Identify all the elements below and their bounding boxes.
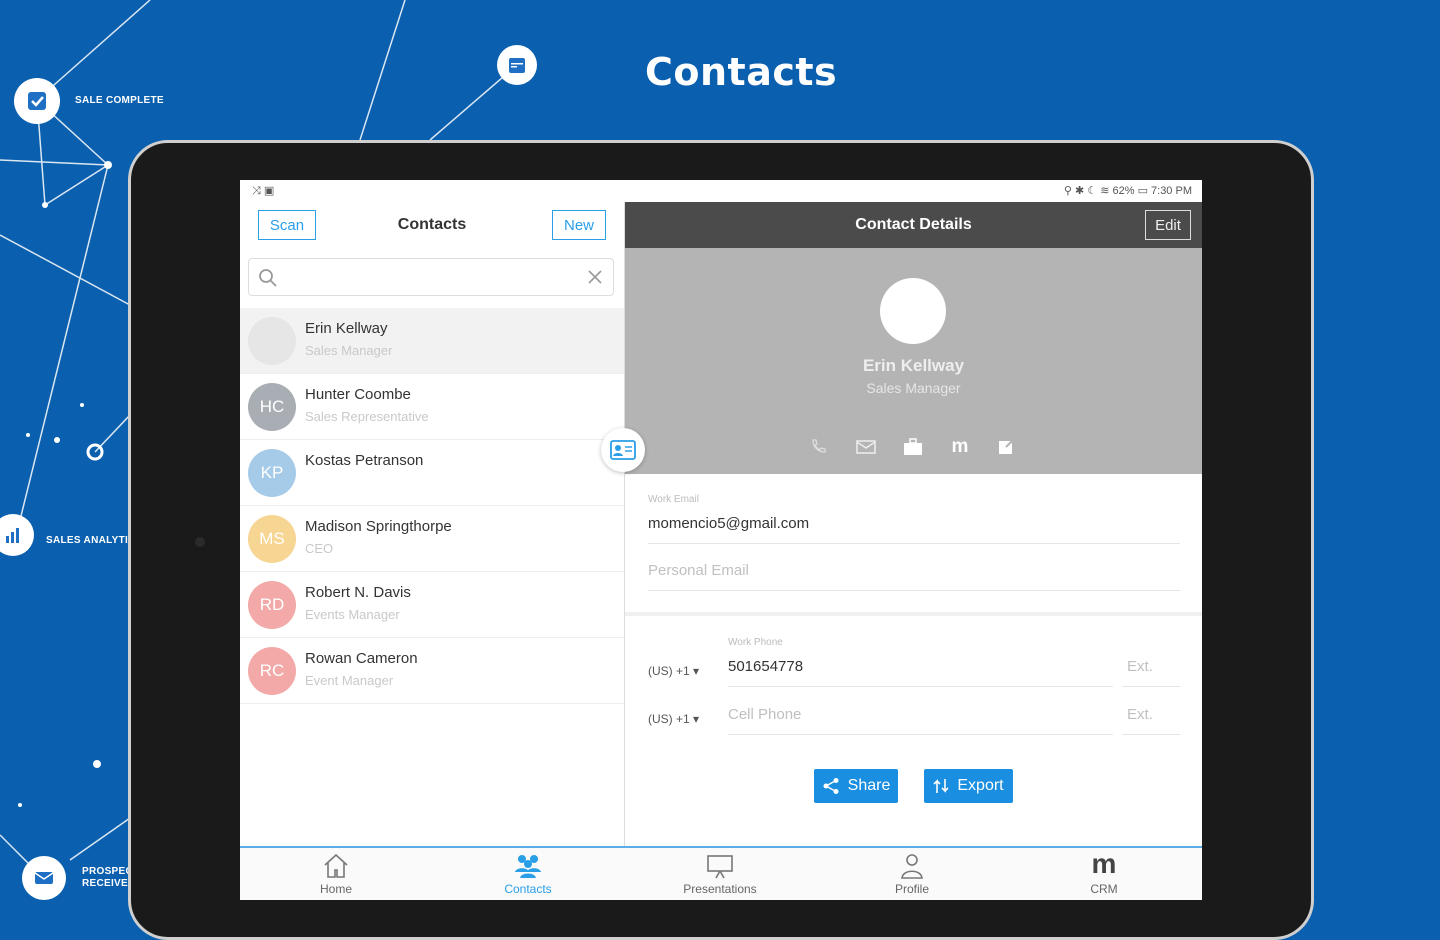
divider [648, 590, 1180, 591]
contact-avatar: RD [248, 581, 296, 629]
country-code-select[interactable]: (US) +1 ▾ [648, 664, 699, 678]
divider [728, 734, 1113, 735]
work-email-field[interactable]: momencio5@gmail.com [648, 515, 809, 532]
divider [728, 686, 1113, 687]
export-label: Export [957, 777, 1004, 794]
contact-role: Sales Representative [305, 409, 429, 424]
contact-name: Rowan Cameron [305, 650, 418, 667]
prospect-node [22, 856, 66, 900]
contact-name: Madison Springthorpe [305, 518, 452, 535]
contact-avatar: KP [248, 449, 296, 497]
nav-contacts-label: Contacts [504, 882, 552, 896]
nav-profile[interactable]: Profile [816, 848, 1008, 900]
crm-icon: m [1091, 848, 1117, 879]
mail-icon [34, 872, 54, 884]
note-icon[interactable] [995, 436, 1017, 458]
bar-chart-icon [6, 528, 19, 543]
contact-avatar: RC [248, 647, 296, 695]
contact-role: Event Manager [305, 673, 394, 688]
nav-home-label: Home [319, 882, 352, 896]
section-divider [625, 612, 1202, 616]
calendar-icon [509, 58, 525, 73]
nav-crm-label: CRM [1090, 882, 1118, 896]
briefcase-icon[interactable] [902, 436, 924, 458]
contact-details-header: Contact Details Edit [625, 202, 1202, 248]
contact-name: Robert N. Davis [305, 584, 411, 601]
contact-details-panel: Contact Details Edit Erin Kellway Sales … [625, 202, 1202, 846]
cell-phone-field[interactable]: Cell Phone [728, 706, 801, 723]
nav-profile-label: Profile [894, 882, 929, 896]
contact-role: Sales Manager [305, 343, 393, 358]
status-bar: ⤨ ▣ ⚲ ✱ ☾ ≋ 62% ▭ 7:30 PM [240, 180, 1202, 202]
nav-presentations-label: Presentations [683, 882, 757, 896]
tablet-camera [195, 537, 205, 547]
search-bar [248, 258, 614, 296]
hero-title: Contacts [645, 50, 838, 94]
work-phone-field[interactable]: 501654778 [728, 658, 803, 675]
contact-name: Erin Kellway [305, 320, 388, 337]
divider [648, 543, 1180, 544]
contacts-list-panel: Scan Contacts New Erin Kellway Sales Man… [240, 202, 625, 846]
status-left-icons: ⤨ ▣ [252, 185, 275, 197]
export-button[interactable]: Export [924, 769, 1013, 803]
momencio-icon[interactable]: m [949, 436, 971, 458]
checkbox-icon [28, 92, 46, 110]
status-right-info: ⚲ ✱ ☾ ≋ 62% ▭ 7:30 PM [1063, 185, 1192, 197]
contact-avatar [248, 317, 296, 365]
contact-role: Events Manager [305, 607, 400, 622]
bottom-nav: Home Contacts Presentations Profile m CR… [240, 846, 1202, 900]
profile-avatar [880, 278, 946, 344]
work-email-label: Work Email [648, 494, 699, 505]
share-label: Share [847, 777, 891, 794]
share-icon [823, 778, 839, 794]
nav-contacts[interactable]: Contacts [432, 848, 624, 900]
contacts-list-header: Scan Contacts New [240, 202, 624, 252]
contact-list: Erin Kellway Sales Manager HC Hunter Coo… [240, 308, 624, 704]
cell-phone-ext-field[interactable]: Ext. [1127, 706, 1153, 723]
contact-name: Hunter Coombe [305, 386, 411, 403]
sale-complete-label: SALE COMPLETE [75, 95, 164, 106]
work-phone-label: Work Phone [728, 637, 783, 648]
call-icon[interactable] [807, 436, 829, 458]
export-icon [933, 779, 949, 793]
prospect-label: PROSPEC RECEIVE [82, 866, 134, 889]
new-contact-button[interactable]: New [552, 210, 606, 240]
contact-avatar: HC [248, 383, 296, 431]
personal-email-field[interactable]: Personal Email [648, 562, 749, 579]
contact-row-madison-springthorpe[interactable]: MS Madison Springthorpe CEO [240, 506, 624, 572]
contact-avatar: MS [248, 515, 296, 563]
contact-row-erin-kellway[interactable]: Erin Kellway Sales Manager [240, 308, 624, 374]
contact-card-icon [610, 440, 636, 460]
contact-details-title: Contact Details [855, 216, 972, 233]
contact-row-robert-davis[interactable]: RD Robert N. Davis Events Manager [240, 572, 624, 638]
contact-card-button[interactable] [601, 428, 645, 472]
share-button[interactable]: Share [814, 769, 898, 803]
nav-home[interactable]: Home [240, 848, 432, 900]
app-screen: ⤨ ▣ ⚲ ✱ ☾ ≋ 62% ▭ 7:30 PM Scan Contacts … [240, 180, 1202, 900]
contact-row-kostas-petranson[interactable]: KP Kostas Petranson [240, 440, 624, 506]
nav-crm[interactable]: m CRM [1008, 848, 1200, 900]
clear-search-icon[interactable] [587, 269, 603, 285]
divider [1122, 686, 1180, 687]
edit-button[interactable]: Edit [1145, 210, 1191, 240]
divider [1122, 734, 1180, 735]
sale-complete-node [14, 78, 60, 124]
nav-presentations[interactable]: Presentations [624, 848, 816, 900]
contact-role: CEO [305, 541, 334, 556]
work-phone-ext-field[interactable]: Ext. [1127, 658, 1153, 675]
profile-role: Sales Manager [866, 380, 961, 396]
search-input[interactable] [287, 265, 571, 291]
contact-row-hunter-coombe[interactable]: HC Hunter Coombe Sales Representative [240, 374, 624, 440]
sales-analytics-label: SALES ANALYTI [46, 535, 129, 546]
search-icon [259, 269, 277, 287]
country-code-select[interactable]: (US) +1 ▾ [648, 712, 699, 726]
profile-header: Erin Kellway Sales Manager m [625, 248, 1202, 474]
contact-row-rowan-cameron[interactable]: RC Rowan Cameron Event Manager [240, 638, 624, 704]
profile-name: Erin Kellway [862, 356, 965, 375]
email-icon[interactable] [855, 436, 877, 458]
calendar-node [497, 45, 537, 85]
contact-name: Kostas Petranson [305, 452, 424, 469]
